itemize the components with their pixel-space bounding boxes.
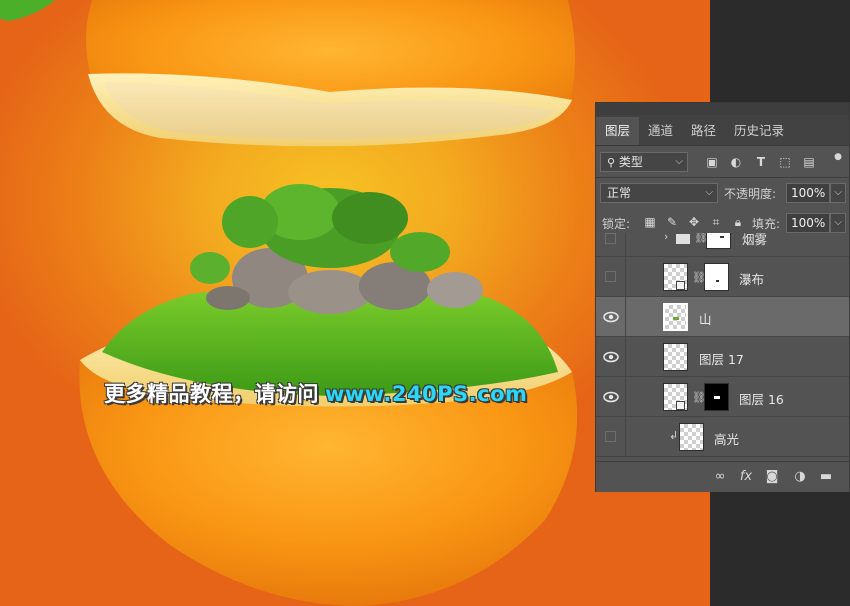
fill-dropdown[interactable]: ⌵ <box>830 213 846 233</box>
tab-channels[interactable]: 通道 <box>639 117 682 145</box>
tab-paths[interactable]: 路径 <box>682 117 725 145</box>
lock-all-icon[interactable]: 🔒︎ <box>730 214 746 230</box>
blend-mode-select[interactable]: 正常 ⌵ <box>600 183 718 203</box>
layer-style-fx-icon[interactable]: fx <box>738 469 754 485</box>
clipping-arrow-icon: ↲ <box>669 429 679 442</box>
layer-name: 瀑布 <box>739 272 765 287</box>
layer-name: 图层 17 <box>699 352 744 367</box>
chevron-down-icon: ⌵ <box>834 217 842 228</box>
layer-mask-thumbnail[interactable] <box>704 263 729 291</box>
layer-thumbnail[interactable] <box>679 423 704 451</box>
watermark-text: 更多精品教程，请访问 www.240PS.com <box>104 382 528 406</box>
mask-mark <box>716 280 719 282</box>
layer-row-layer-17[interactable]: 图层 17 <box>596 337 849 377</box>
layer-filter-kind-select[interactable]: ⚲ 类型 ⌵ <box>600 152 688 172</box>
layer-name: 烟雾 <box>742 233 768 247</box>
link-layers-icon[interactable]: ∞ <box>712 469 728 485</box>
layer-name: 图层 16 <box>739 392 784 407</box>
adjustment-layer-icon[interactable]: ◑ <box>792 469 808 485</box>
blend-mode-value: 正常 <box>607 186 632 200</box>
add-mask-icon[interactable]: ◙ <box>764 469 780 485</box>
visibility-toggle[interactable] <box>596 297 626 337</box>
chevron-right-icon[interactable]: › <box>664 233 668 243</box>
link-icon[interactable]: ⛓ <box>694 233 708 244</box>
fill-input[interactable]: 100% <box>786 213 830 233</box>
visibility-toggle[interactable] <box>596 337 626 377</box>
layer-thumbnail[interactable] <box>663 303 688 331</box>
lock-image-pixels-icon[interactable]: ✎ <box>664 214 680 230</box>
smart-object-icon <box>676 401 685 410</box>
visibility-toggle[interactable] <box>596 417 626 457</box>
thumb-content <box>673 317 679 320</box>
visibility-toggle[interactable] <box>596 377 626 417</box>
layer-mask-thumbnail[interactable] <box>706 233 731 249</box>
mask-mark <box>714 396 720 399</box>
divider <box>596 177 849 178</box>
shape-layer-filter-icon[interactable]: ⬚ <box>777 154 793 170</box>
hidden-visibility-box <box>605 271 616 282</box>
pixel-layer-filter-icon[interactable]: ▣ <box>704 154 720 170</box>
panel-title-bar[interactable] <box>596 103 849 115</box>
leaf-shape <box>0 0 55 21</box>
opacity-dropdown[interactable]: ⌵ <box>830 183 846 203</box>
layer-row-waterfall[interactable]: ⛓ 瀑布 <box>596 257 849 297</box>
lock-label: 锁定: <box>602 217 631 231</box>
tab-history[interactable]: 历史记录 <box>725 117 793 145</box>
eye-icon <box>603 391 619 403</box>
fill-label: 填充: <box>752 217 781 231</box>
folder-icon <box>676 234 690 244</box>
layers-panel-footer: ∞ fx ◙ ◑ ▬ <box>596 461 849 492</box>
opacity-label: 不透明度: <box>724 187 777 201</box>
layer-row-layer-16[interactable]: ⛓ 图层 16 <box>596 377 849 417</box>
eye-icon <box>603 351 619 363</box>
filter-kind-value: 类型 <box>618 155 643 169</box>
mask-mark <box>720 236 724 238</box>
layer-row-smoke[interactable]: › ⛓ 烟雾 <box>596 233 849 257</box>
opacity-input[interactable]: 100% <box>786 183 830 203</box>
visibility-toggle[interactable] <box>596 257 626 297</box>
tab-layers[interactable]: 图层 <box>596 117 640 145</box>
hidden-visibility-box <box>605 233 616 244</box>
search-icon: ⚲ <box>607 156 616 169</box>
layer-row-highlight[interactable]: ↲ 高光 <box>596 417 849 457</box>
link-icon[interactable]: ⛓ <box>692 271 706 284</box>
layer-name: 高光 <box>714 432 740 447</box>
layer-row-mountain[interactable]: 山 <box>596 297 849 337</box>
lock-transparent-pixels-icon[interactable]: ▦ <box>642 214 658 230</box>
link-icon[interactable]: ⛓ <box>692 391 706 404</box>
filter-toggle-icon[interactable]: ● <box>830 149 846 165</box>
smart-object-icon <box>676 281 685 290</box>
layer-mask-thumbnail[interactable] <box>704 383 729 411</box>
adjustment-layer-filter-icon[interactable]: ◐ <box>728 154 744 170</box>
hidden-visibility-box <box>605 431 616 442</box>
type-layer-filter-icon[interactable]: T <box>753 154 769 170</box>
layer-name: 山 <box>699 312 712 327</box>
visibility-toggle[interactable] <box>596 233 626 257</box>
new-group-folder-icon[interactable]: ▬ <box>818 469 834 485</box>
chevron-down-icon: ⌵ <box>834 187 842 198</box>
layers-panel: 图层 通道 路径 历史记录 ⚲ 类型 ⌵ ▣ ◐ T ⬚ ▤ ● 正常 ⌵ 不透… <box>595 102 850 492</box>
lock-artboard-icon[interactable]: ⌗ <box>708 214 724 230</box>
layer-list: › ⛓ 烟雾 ⛓ 瀑布 山 图层 17 ⛓ 图层 16 ↲ 高光 <box>596 233 849 461</box>
chevron-down-icon: ⌵ <box>675 156 683 167</box>
layer-thumbnail[interactable] <box>663 343 688 371</box>
panel-tabs: 图层 通道 路径 历史记录 <box>596 115 849 146</box>
smart-object-filter-icon[interactable]: ▤ <box>801 154 817 170</box>
chevron-down-icon: ⌵ <box>705 187 713 198</box>
eye-icon <box>603 311 619 323</box>
lock-position-icon[interactable]: ✥ <box>686 214 702 230</box>
